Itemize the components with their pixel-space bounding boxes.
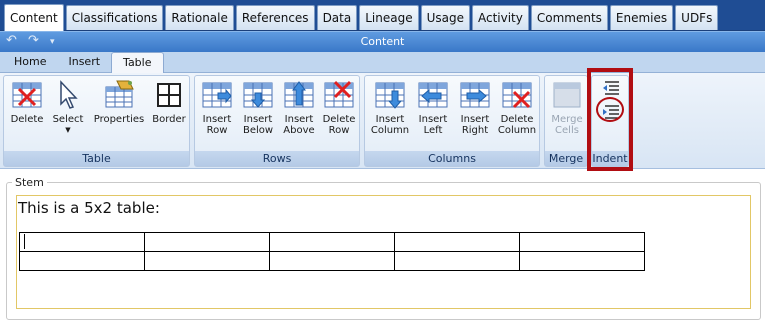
insert-below-button[interactable]: Insert Below: [239, 79, 277, 136]
insert-row-label: Insert Row: [202, 114, 232, 136]
merge-cells-button[interactable]: Merge Cells: [547, 79, 587, 136]
insert-right-icon: [460, 82, 490, 108]
delete-table-icon: [12, 82, 42, 108]
delete-row-button[interactable]: Delete Row: [320, 79, 358, 136]
table-row: [19, 251, 645, 271]
delete-row-label: Delete Row: [322, 114, 356, 136]
table-cell[interactable]: [19, 232, 145, 252]
insert-below-label: Insert Below: [242, 114, 274, 136]
tab-activity[interactable]: Activity: [471, 5, 529, 30]
insert-above-label: Insert Above: [283, 114, 315, 136]
insert-right-button[interactable]: Insert Right: [456, 79, 494, 136]
properties-button[interactable]: Properties: [92, 79, 146, 125]
properties-label: Properties: [93, 114, 145, 125]
table-properties-icon: [105, 80, 134, 108]
insert-above-icon: [284, 81, 314, 108]
insert-left-icon: [418, 82, 448, 108]
tab-rationale[interactable]: Rationale: [165, 5, 234, 30]
group-columns-label: Columns: [365, 151, 539, 166]
title-bar: ↶ ↷ ▾ Content: [0, 31, 765, 52]
table-cell[interactable]: [519, 232, 645, 252]
group-merge: Merge Cells Merge: [544, 75, 588, 167]
border-button[interactable]: Border: [150, 79, 188, 125]
table-cell[interactable]: [394, 251, 520, 271]
tab-usage[interactable]: Usage: [420, 5, 470, 30]
table-cell[interactable]: [144, 232, 270, 252]
table-cell[interactable]: [519, 251, 645, 271]
border-icon: [157, 83, 181, 107]
tab-enemies[interactable]: Enemies: [609, 5, 674, 30]
insert-row-icon: [202, 82, 232, 108]
stem-table[interactable]: [19, 232, 645, 271]
tab-references[interactable]: References: [235, 5, 315, 30]
stem-text: This is a 5x2 table:: [18, 199, 160, 217]
window-title: Content: [360, 35, 405, 48]
insert-row-button[interactable]: Insert Row: [198, 79, 236, 136]
border-label: Border: [152, 114, 186, 125]
insert-left-button[interactable]: Insert Left: [414, 79, 452, 136]
insert-above-button[interactable]: Insert Above: [280, 79, 318, 136]
insert-left-label: Insert Left: [418, 114, 448, 136]
table-cell[interactable]: [394, 232, 520, 252]
ribbon-tab-home[interactable]: Home: [3, 52, 57, 73]
group-rows-label: Rows: [195, 151, 359, 166]
select-label: Select: [52, 114, 84, 125]
group-rows: Insert Row Insert Below Insert Above Del…: [194, 75, 360, 167]
tab-data[interactable]: Data: [316, 5, 358, 30]
text-caret: [24, 234, 25, 249]
merge-cells-label: Merge Cells: [551, 114, 583, 136]
table-cell[interactable]: [269, 251, 395, 271]
insert-column-button[interactable]: Insert Column: [368, 79, 412, 136]
top-tab-strip: Content Classifications Rationale Refere…: [0, 0, 765, 31]
delete-column-button[interactable]: Delete Column: [496, 79, 538, 136]
insert-below-icon: [243, 82, 273, 108]
tab-content[interactable]: Content: [4, 4, 64, 31]
tab-classifications[interactable]: Classifications: [65, 5, 164, 30]
group-columns: Insert Column Insert Left Insert Right D…: [364, 75, 540, 167]
insert-column-icon: [375, 82, 405, 109]
select-button[interactable]: Select ▼: [48, 79, 88, 136]
insert-column-label: Insert Column: [370, 114, 410, 136]
select-dropdown-icon: ▼: [65, 126, 71, 134]
group-table-label: Table: [4, 151, 189, 166]
group-table: Delete Select ▼ Properties Border Table: [3, 75, 190, 167]
table-row: [19, 232, 645, 252]
table-cell[interactable]: [269, 232, 395, 252]
delete-column-icon: [502, 82, 532, 109]
highlight-circle: [596, 97, 624, 122]
ribbon-tab-insert[interactable]: Insert: [57, 52, 111, 73]
tab-lineage[interactable]: Lineage: [359, 5, 419, 30]
merge-cells-icon: [553, 82, 581, 108]
tab-comments[interactable]: Comments: [530, 5, 608, 30]
ribbon-tab-table[interactable]: Table: [111, 52, 164, 74]
insert-right-label: Insert Right: [460, 114, 490, 136]
group-merge-label: Merge: [545, 151, 587, 166]
delete-row-icon: [324, 80, 354, 108]
delete-table-button[interactable]: Delete: [8, 79, 46, 125]
delete-column-label: Delete Column: [497, 114, 537, 136]
stem-label: Stem: [12, 176, 47, 189]
cursor-arrow-icon: [60, 80, 78, 109]
ribbon-tab-strip: Home Insert Table: [0, 52, 765, 74]
table-cell[interactable]: [144, 251, 270, 271]
table-cell[interactable]: [19, 251, 145, 271]
tab-udfs[interactable]: UDFs: [675, 5, 719, 30]
delete-table-label: Delete: [10, 114, 44, 125]
ribbon: Delete Select ▼ Properties Border Table …: [0, 73, 765, 169]
